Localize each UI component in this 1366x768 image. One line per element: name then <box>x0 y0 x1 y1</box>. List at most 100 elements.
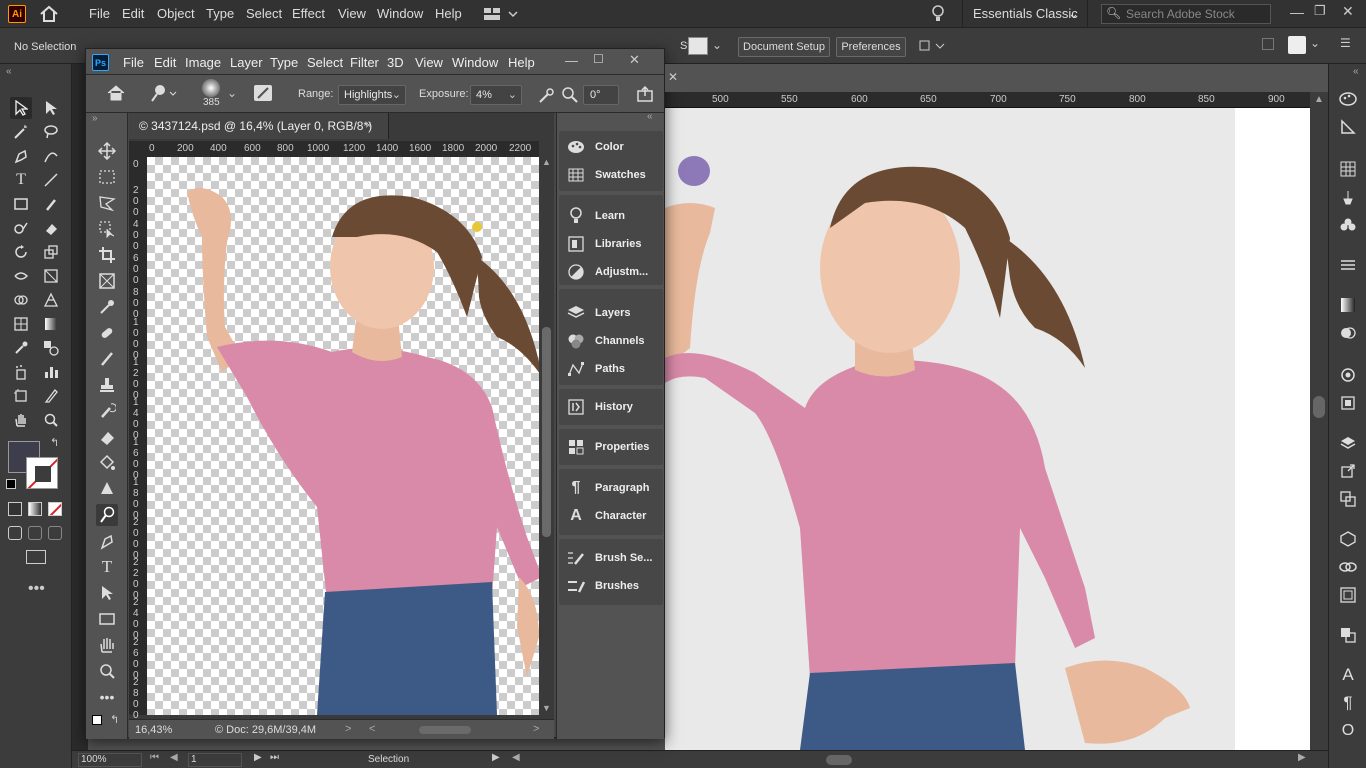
illustrator-artboard[interactable] <box>665 108 1310 750</box>
ps-menu-filter[interactable]: Filter <box>350 55 379 70</box>
clone-stamp-tool-icon[interactable] <box>96 374 118 396</box>
ai-menu-view[interactable]: View <box>338 6 366 21</box>
blend-tool-icon[interactable] <box>40 337 62 359</box>
panel-learn[interactable]: Learn <box>559 203 663 229</box>
next-artboard-icon[interactable]: ▶ <box>254 752 262 763</box>
ps-restore-icon[interactable]: ☐ <box>593 52 604 66</box>
ps-zoom-tool-icon[interactable] <box>96 660 118 682</box>
lightbulb-icon[interactable] <box>930 4 946 24</box>
range-select[interactable]: Highlights ⌄ <box>338 85 406 105</box>
ps-close-icon[interactable]: ✕ <box>629 52 640 68</box>
panel-paragraph[interactable]: ¶ Paragraph <box>559 475 663 501</box>
gradient-mode-icon[interactable] <box>28 502 42 516</box>
draw-behind-icon[interactable] <box>28 526 42 540</box>
panel-paths[interactable]: Paths <box>559 356 663 382</box>
history-brush-tool-icon[interactable] <box>96 400 118 422</box>
hscroll-right-icon[interactable]: ▶ <box>1298 752 1306 763</box>
hand-tool-icon[interactable] <box>10 409 32 431</box>
ai-menu-file[interactable]: File <box>89 6 110 21</box>
graphic-styles-icon[interactable] <box>1337 392 1359 414</box>
move-tool-icon[interactable] <box>96 140 118 162</box>
ps-menu-3d[interactable]: 3D <box>387 55 404 70</box>
magic-wand-tool-icon[interactable] <box>10 121 32 143</box>
ps-eyedropper-tool-icon[interactable] <box>96 296 118 318</box>
ai-menu-help[interactable]: Help <box>435 6 462 21</box>
panel-layers[interactable]: Layers <box>559 300 663 326</box>
brushes-panel-icon[interactable] <box>1337 186 1359 208</box>
ps-default-colors-icon[interactable] <box>92 715 102 725</box>
expand-panels-icon[interactable]: « <box>1353 66 1359 77</box>
photoshop-canvas[interactable] <box>147 157 539 715</box>
rectangle-tool-icon[interactable] <box>10 193 32 215</box>
ps-eraser-tool-icon[interactable] <box>96 426 118 448</box>
direct-selection-tool-icon[interactable] <box>40 97 62 119</box>
slice-tool-icon[interactable] <box>40 385 62 407</box>
edit-toolbar-icon[interactable]: ••• <box>28 580 45 598</box>
panel-channels[interactable]: Channels <box>559 328 663 354</box>
ps-collapse-panels-icon[interactable]: « <box>647 111 653 122</box>
transform-panel-icon[interactable] <box>1337 528 1359 550</box>
panel-libraries[interactable]: Libraries <box>559 231 663 257</box>
brush-picker-chevron-icon[interactable]: ⌄ <box>227 86 237 100</box>
layers-panel-icon[interactable] <box>1337 432 1359 454</box>
paragraph-panel-icon[interactable]: ¶ <box>1337 692 1359 714</box>
zoom-select[interactable]: 100% <box>78 753 142 767</box>
airbrush-icon[interactable] <box>538 86 556 104</box>
ps-hscroll-left-icon[interactable]: < <box>369 723 375 735</box>
exposure-field[interactable]: 4% ⌄ <box>470 85 522 105</box>
ps-hscroll-right-icon[interactable]: > <box>533 723 539 735</box>
ps-minimize-icon[interactable]: — <box>565 53 578 68</box>
asset-export-icon[interactable] <box>1337 460 1359 482</box>
panel-character[interactable]: A Character <box>559 503 663 529</box>
paintbrush-tool-icon[interactable] <box>40 193 62 215</box>
eyedropper-tool-icon[interactable] <box>10 337 32 359</box>
panel-color[interactable]: Color <box>559 134 663 160</box>
document-tab[interactable]: © 3437124.psd @ 16,4% (Layer 0, RGB/8*) … <box>129 113 389 139</box>
style-dropdown-icon[interactable]: ⌄ <box>712 38 722 52</box>
minimize-icon[interactable]: — <box>1290 4 1304 20</box>
close-document-icon[interactable]: × <box>365 118 372 132</box>
brush-preview[interactable] <box>202 79 220 97</box>
stroke-color-swatch[interactable] <box>26 457 58 489</box>
ps-type-tool-icon[interactable]: T <box>96 556 118 578</box>
rotate-tool-icon[interactable] <box>10 241 32 263</box>
stock-search-input[interactable]: 🔍︎ Search Adobe Stock <box>1101 4 1271 24</box>
shaper-tool-icon[interactable] <box>10 217 32 239</box>
transparency-panel-icon[interactable] <box>1337 322 1359 344</box>
ai-menu-select[interactable]: Select <box>246 6 282 21</box>
artboard-tool-icon[interactable] <box>10 385 32 407</box>
mesh-tool-icon[interactable] <box>10 313 32 335</box>
color-panel-icon[interactable] <box>1337 88 1359 110</box>
character-panel-icon[interactable]: A <box>1337 664 1359 686</box>
symbols-panel-icon[interactable] <box>1337 214 1359 236</box>
hscroll-thumb[interactable] <box>826 755 852 765</box>
draw-normal-icon[interactable] <box>8 526 22 540</box>
ps-scroll-up-icon[interactable]: ▲ <box>542 157 551 167</box>
line-segment-tool-icon[interactable] <box>40 169 62 191</box>
healing-brush-tool-icon[interactable] <box>96 322 118 344</box>
panel-properties[interactable]: Properties <box>559 434 663 460</box>
eraser-tool-icon[interactable] <box>40 217 62 239</box>
share-icon[interactable] <box>636 85 654 103</box>
home-icon[interactable] <box>38 4 60 24</box>
transform-icon[interactable] <box>916 38 946 54</box>
screen-mode-icon[interactable] <box>26 550 46 564</box>
default-colors-icon[interactable] <box>6 479 16 489</box>
panel-brushes[interactable]: Brushes <box>559 573 663 599</box>
panel-adjustments[interactable]: Adjustm... <box>559 259 663 285</box>
ps-rectangle-tool-icon[interactable] <box>96 608 118 630</box>
illustrator-vertical-scrollbar[interactable]: ▲ <box>1310 92 1328 750</box>
polygonal-lasso-tool-icon[interactable] <box>96 192 118 214</box>
ai-menu-edit[interactable]: Edit <box>122 6 144 21</box>
ps-collapse-tools-icon[interactable]: » <box>92 113 98 124</box>
align-icon[interactable] <box>1262 38 1274 50</box>
angle-field[interactable]: 0° <box>583 85 619 105</box>
width-tool-icon[interactable] <box>10 265 32 287</box>
dodge-tool-preset-icon[interactable] <box>148 84 178 104</box>
curvature-tool-icon[interactable] <box>40 145 62 167</box>
close-icon[interactable]: ✕ <box>1342 3 1354 20</box>
ps-hscroll-thumb[interactable] <box>419 726 471 734</box>
scroll-thumb[interactable] <box>1313 396 1325 418</box>
ps-search-icon[interactable] <box>561 86 579 104</box>
ps-hand-tool-icon[interactable] <box>96 634 118 656</box>
